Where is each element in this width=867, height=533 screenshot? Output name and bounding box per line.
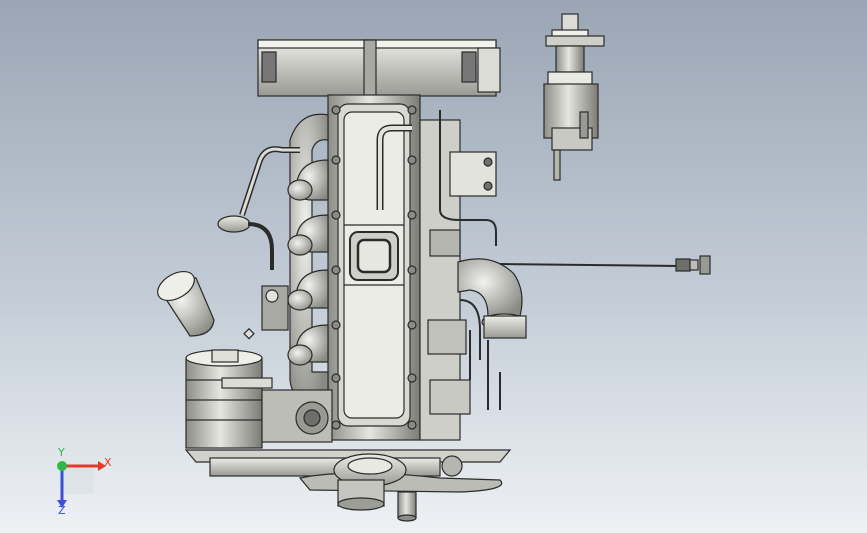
- starter-motor[interactable]: [543, 13, 605, 181]
- cable-connector[interactable]: [675, 255, 711, 275]
- z-axis-label: Z: [58, 504, 66, 517]
- x-axis-label: X: [104, 456, 112, 469]
- intake-elbow[interactable]: [153, 266, 215, 337]
- oil-filter-housing[interactable]: [185, 349, 273, 449]
- flywheel-housing[interactable]: [261, 389, 333, 443]
- y-axis-label: Y: [58, 446, 65, 459]
- intake-box[interactable]: [257, 39, 501, 97]
- exhaust-manifold[interactable]: [287, 113, 329, 401]
- engine-assembly-model[interactable]: [0, 0, 867, 533]
- inspection-cover[interactable]: [349, 231, 399, 281]
- y-axis-dot: [57, 461, 67, 471]
- 3d-viewport[interactable]: X Y Z: [0, 0, 867, 533]
- sensor-cable[interactable]: [499, 263, 681, 267]
- coordinate-triad[interactable]: X Y Z: [48, 446, 118, 522]
- drain-cap[interactable]: [441, 455, 463, 477]
- turbo-elbow[interactable]: [457, 258, 527, 339]
- dipstick-bracket[interactable]: [217, 215, 251, 233]
